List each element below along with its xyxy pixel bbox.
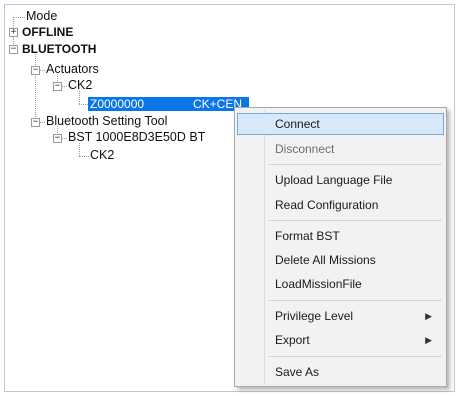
menu-separator — [268, 220, 442, 221]
menu-item-label: LoadMissionFile — [275, 277, 362, 291]
collapse-ck2-toggle[interactable]: − — [53, 82, 62, 91]
menu-item-format-bst[interactable]: Format BST — [237, 225, 444, 247]
menu-item-label: Disconnect — [275, 142, 335, 156]
tree-node-bst-ck2[interactable]: CK2 — [90, 148, 114, 163]
context-menu: Connect Disconnect Upload Language File … — [234, 107, 447, 387]
menu-item-save-as[interactable]: Save As — [237, 361, 444, 383]
tree-node-ck2-group[interactable]: CK2 — [68, 78, 92, 93]
tree-root-mode[interactable]: Mode — [26, 9, 57, 24]
menu-item-label: Connect — [275, 117, 320, 131]
tree-node-actuators[interactable]: Actuators — [46, 62, 99, 77]
menu-item-label: Delete All Missions — [275, 253, 376, 267]
menu-item-label: Export — [275, 333, 310, 347]
menu-item-read-configuration[interactable]: Read Configuration — [237, 194, 444, 216]
menu-item-export[interactable]: Export ▶ — [237, 329, 444, 351]
menu-item-label: Privilege Level — [275, 309, 354, 323]
menu-item-privilege-level[interactable]: Privilege Level ▶ — [237, 305, 444, 327]
menu-separator — [268, 164, 442, 165]
menu-item-label: Upload Language File — [275, 173, 393, 187]
collapse-bst-device-toggle[interactable]: − — [53, 134, 62, 143]
tree-node-bst-device[interactable]: BST 1000E8D3E50D BT — [68, 130, 205, 145]
collapse-actuators-toggle[interactable]: − — [31, 66, 40, 75]
menu-separator — [268, 300, 442, 301]
menu-item-delete-all-missions[interactable]: Delete All Missions — [237, 249, 444, 271]
tree-node-offline[interactable]: OFFLINE — [22, 25, 73, 40]
menu-item-load-mission-file[interactable]: LoadMissionFile — [237, 273, 444, 295]
tree-connector — [79, 156, 89, 157]
tree-connector — [13, 17, 25, 18]
menu-item-connect[interactable]: Connect — [237, 113, 444, 135]
submenu-arrow-icon: ▶ — [425, 335, 432, 345]
tree-node-setting-tool[interactable]: Bluetooth Setting Tool — [46, 114, 167, 129]
tree-node-selected-device[interactable]: Z0000000 CK+CEN — [88, 97, 249, 111]
menu-item-upload-language-file[interactable]: Upload Language File — [237, 169, 444, 191]
collapse-bluetooth-toggle[interactable]: − — [9, 45, 18, 54]
submenu-arrow-icon: ▶ — [425, 311, 432, 321]
menu-item-label: Save As — [275, 365, 320, 379]
tree-connector — [79, 104, 88, 105]
tree-node-bluetooth[interactable]: BLUETOOTH — [22, 42, 96, 57]
menu-separator — [268, 356, 442, 357]
device-id: Z0000000 — [90, 97, 145, 111]
menu-item-disconnect[interactable]: Disconnect — [237, 138, 444, 160]
menu-item-label: Read Configuration — [275, 198, 379, 212]
expand-offline-toggle[interactable]: + — [9, 28, 18, 37]
menu-item-label: Format BST — [275, 229, 340, 243]
collapse-setting-tool-toggle[interactable]: − — [31, 118, 40, 127]
